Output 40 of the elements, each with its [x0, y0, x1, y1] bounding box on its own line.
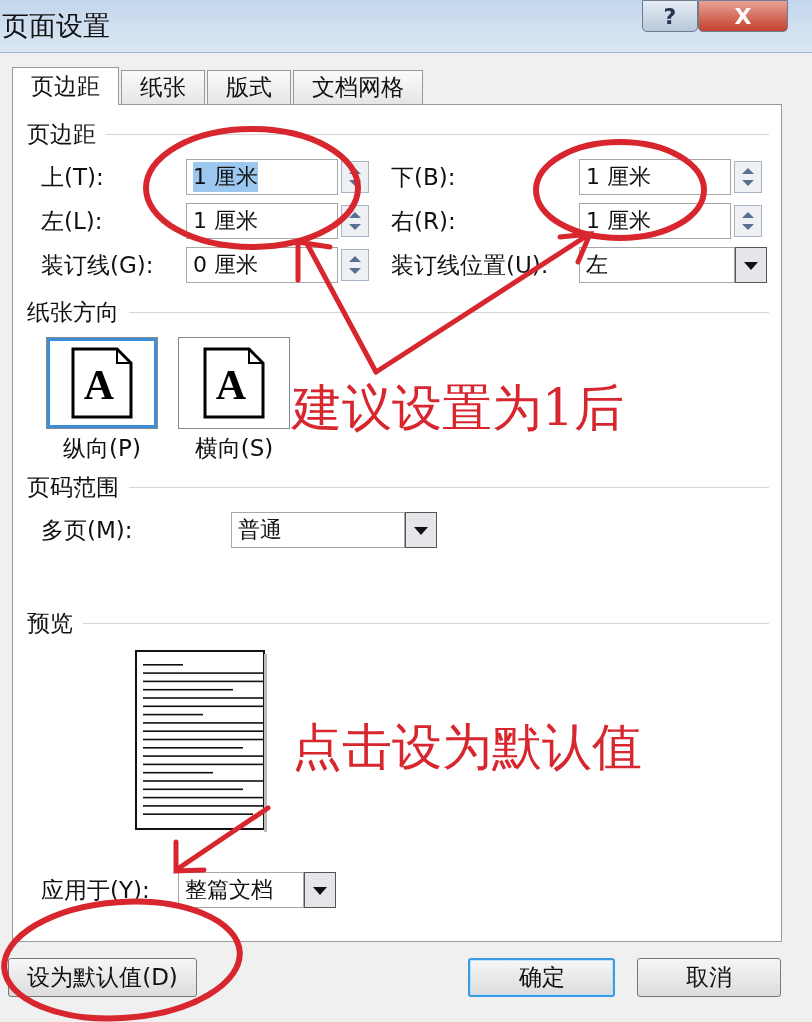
spin-button[interactable]: [734, 205, 762, 237]
input-field[interactable]: 1 厘米: [579, 159, 731, 195]
dropdown-field[interactable]: 左: [579, 247, 735, 283]
page-icon: A: [71, 347, 133, 419]
dialog-button[interactable]: 确定: [468, 958, 615, 997]
dropdown-button[interactable]: [735, 247, 767, 283]
field-label: 右(R):: [391, 206, 457, 236]
dropdown-field[interactable]: 普通: [231, 512, 405, 548]
page-icon: A: [203, 347, 265, 419]
option-label: 纵向(P): [63, 434, 141, 463]
dropdown-field[interactable]: 整篇文档: [178, 872, 304, 908]
option-label: 横向(S): [194, 434, 274, 463]
tab[interactable]: 纸张: [121, 70, 205, 104]
dropdown-button[interactable]: [405, 512, 437, 548]
tab[interactable]: 版式: [207, 70, 291, 104]
dropdown-button[interactable]: [304, 872, 336, 908]
tab[interactable]: 页边距: [12, 67, 119, 105]
field-label: 上(T):: [41, 162, 105, 192]
orientation-button[interactable]: A: [178, 337, 290, 429]
field-label: 多页(M):: [41, 515, 134, 545]
help-button[interactable]: ?: [642, 0, 698, 32]
section-heading: 页边距: [27, 119, 96, 149]
dialog-button[interactable]: 设为默认值(D): [8, 958, 197, 997]
tab[interactable]: 文档网格: [293, 70, 423, 104]
dialog-button[interactable]: 取消: [637, 958, 781, 997]
input-field[interactable]: 1 厘米: [186, 159, 338, 195]
annotation-text: 点击设为默认值: [292, 722, 642, 772]
field-label: 左(L):: [41, 206, 104, 236]
window-title: 页面设置: [2, 9, 110, 43]
orientation-button[interactable]: A: [46, 337, 158, 429]
section-heading: 预览: [27, 608, 73, 638]
field-label: 下(B):: [391, 162, 457, 192]
spin-button[interactable]: [734, 161, 762, 193]
section-heading: 页码范围: [27, 472, 119, 502]
input-field[interactable]: 1 厘米: [186, 203, 338, 239]
section-heading: 纸张方向: [27, 297, 119, 327]
field-label: 应用于(Y):: [41, 875, 151, 905]
field-label: 装订线(G):: [41, 250, 155, 280]
spin-button[interactable]: [341, 249, 369, 281]
annotation-text: 建议设置为1后: [292, 383, 624, 433]
